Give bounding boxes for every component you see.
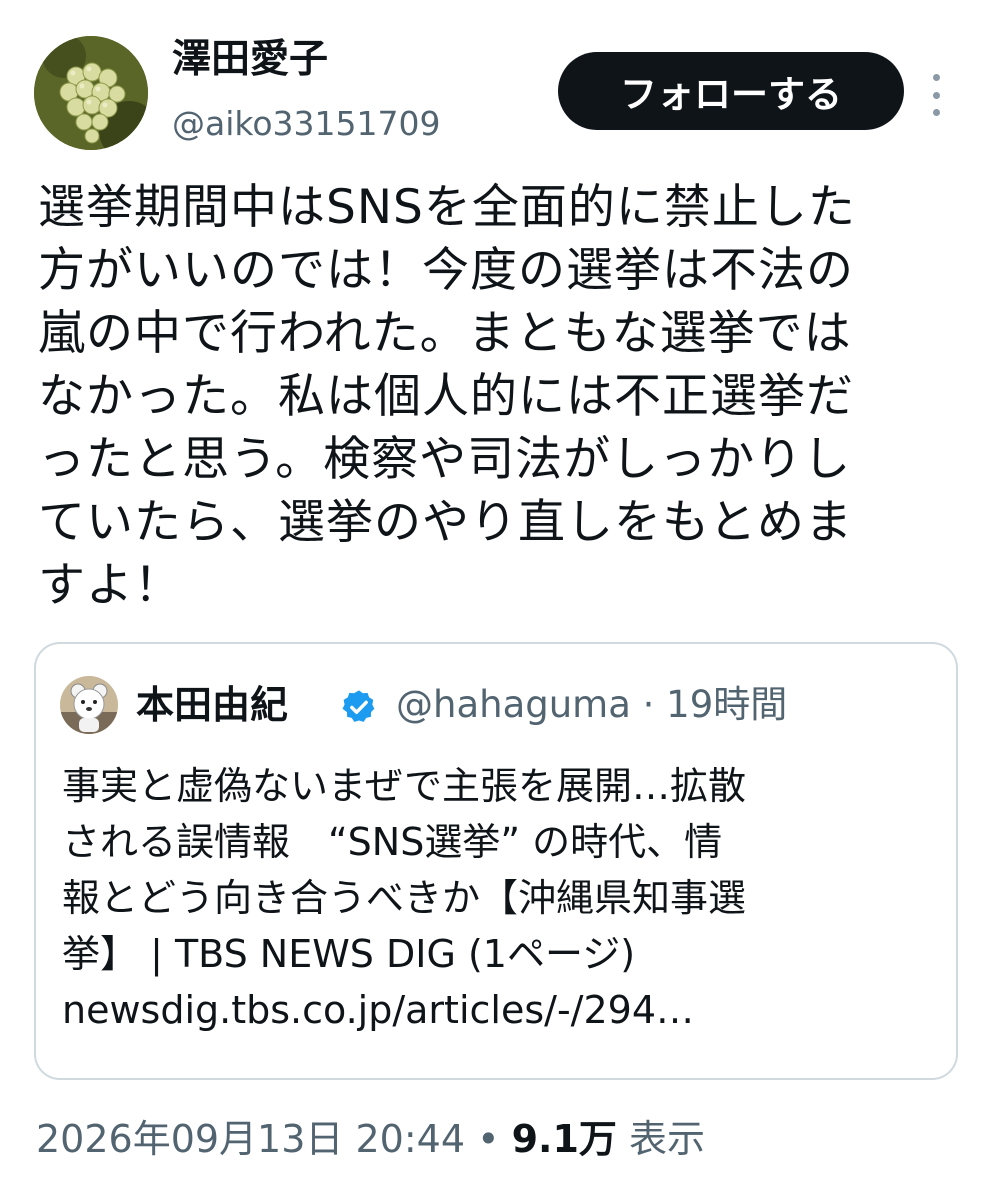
quoted-tweet-text: 事実と虚偽ないまぜで主張を展開…拡散 される誤情報 “SNS選挙” の時代、情 … [62,764,747,1032]
more-dot [932,109,940,116]
tweet-timestamp[interactable]: 2026年09月13日 20:44 [36,1117,465,1161]
quoted-author-handle-time[interactable]: @hahaguma · 19時間 [396,678,787,732]
author-display-name[interactable]: 澤田愛子 [172,36,328,84]
views-label: 表示 [616,1117,706,1161]
bear-avatar-image [60,676,118,734]
quoted-tweet-card[interactable]: 本田由紀 @hahaguma · 19時間 事実と虚偽ないまぜで主張を展開…拡散… [34,642,958,1080]
quoted-author-display-name[interactable]: 本田由紀 [136,678,288,732]
author-handle[interactable]: @aiko33151709 [172,102,440,146]
more-dot [932,74,940,81]
views-count[interactable]: 9.1万 [512,1117,617,1161]
tweet-text: 選挙期間中はSNSを全面的に禁止した 方がいいのでは！今度の選挙は不法の 嵐の中… [38,180,856,613]
verified-badge-icon [342,690,375,722]
quoted-author-avatar[interactable] [60,676,118,734]
follow-button[interactable]: フォローする [558,52,904,130]
more-vertical-icon[interactable] [922,74,950,116]
tweet-meta: 2026年09月13日 20:44 • 9.1万 表示 [36,1114,705,1164]
author-avatar[interactable] [34,36,148,150]
more-dot [932,91,940,99]
grapes-image [34,36,148,150]
meta-separator: • [465,1117,512,1161]
